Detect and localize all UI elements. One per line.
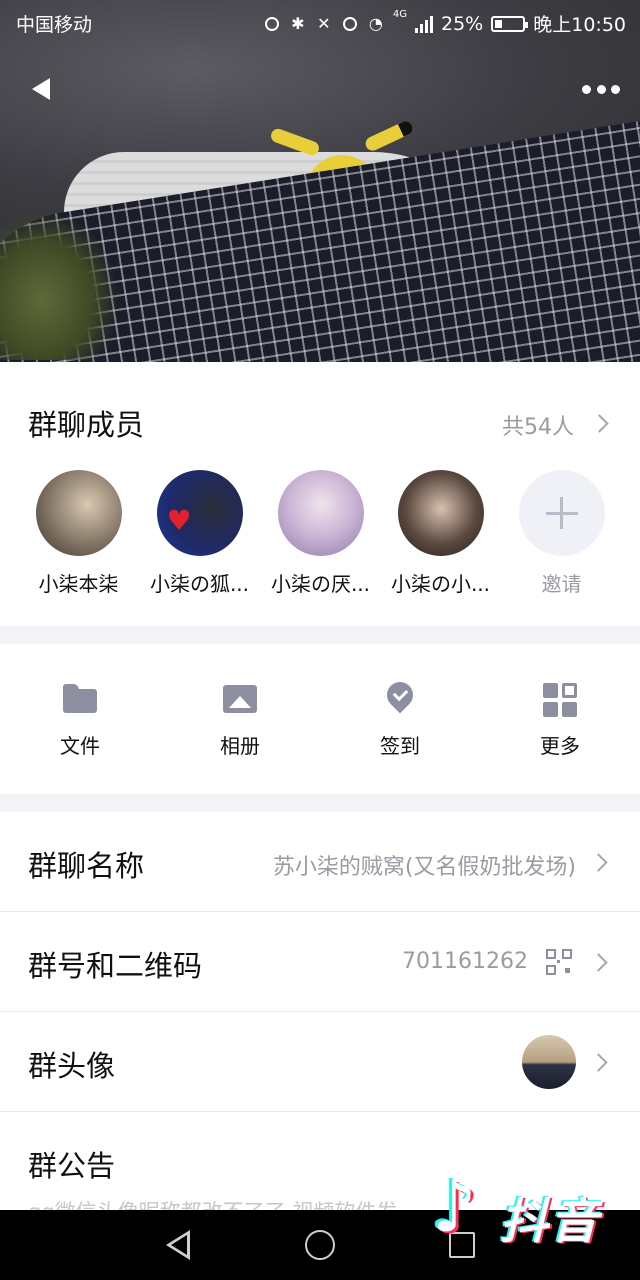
tool-label: 相册	[220, 734, 260, 758]
member-name: 小柒の小...	[390, 572, 491, 596]
headset-icon	[263, 15, 281, 33]
qr-code-icon	[546, 949, 572, 975]
chevron-right-icon	[589, 853, 608, 872]
chevron-right-icon	[589, 1053, 608, 1072]
invite-label: 邀请	[541, 572, 582, 596]
more-dots-icon[interactable]	[576, 72, 626, 106]
carrier-name: 中国移动	[16, 14, 93, 36]
plus-icon[interactable]	[518, 470, 605, 556]
douyin-watermark: 抖音	[432, 1172, 622, 1252]
folder-icon	[62, 682, 98, 718]
group-id-label: 群号和二维码	[28, 949, 203, 983]
watermark-text: 抖音	[500, 1194, 601, 1250]
members-title: 群聊成员	[28, 408, 145, 442]
signal-icon	[415, 15, 433, 33]
group-name-value: 苏小柒的贼窝(又名假奶批发场)	[272, 855, 576, 880]
chevron-right-icon[interactable]	[590, 414, 609, 433]
clock: 晚上10:50	[533, 14, 626, 36]
avatar[interactable]	[277, 470, 364, 556]
group-name-label: 群聊名称	[28, 849, 145, 883]
member-count[interactable]: 共54人	[502, 409, 574, 441]
group-avatar-label: 群头像	[28, 1049, 116, 1083]
album-button[interactable]: 相册	[190, 682, 290, 759]
member-name: 小柒本柒	[38, 572, 119, 596]
mute-icon: ✕	[317, 13, 331, 33]
tool-label: 签到	[380, 734, 420, 758]
back-arrow-icon[interactable]	[22, 70, 62, 110]
member-item[interactable]: 小柒の小...	[380, 470, 501, 597]
group-avatar-row[interactable]: 群头像	[0, 1012, 640, 1112]
group-id-row[interactable]: 群号和二维码 701161262	[0, 912, 640, 1012]
avatar	[522, 1035, 576, 1089]
bluetooth-icon: ✱	[291, 13, 305, 33]
nav-home-icon[interactable]	[305, 1230, 335, 1260]
battery-icon	[491, 15, 529, 32]
nav-back-icon[interactable]	[166, 1230, 192, 1260]
files-button[interactable]: 文件	[30, 682, 130, 759]
image-icon	[222, 682, 258, 718]
checkin-icon	[382, 682, 418, 718]
network-type: 4G	[392, 9, 407, 20]
group-settings-list: 群聊名称 苏小柒的贼窝(又名假奶批发场) 群号和二维码 701161262 群头…	[0, 812, 640, 1224]
tool-label: 更多	[540, 734, 580, 758]
heart-icon: ♥	[166, 504, 192, 537]
cover-plant	[0, 210, 120, 360]
tool-label: 文件	[60, 734, 100, 758]
group-notice-label: 群公告	[28, 1149, 116, 1183]
group-tools-section: 文件 相册 签到 更多	[0, 644, 640, 794]
member-item[interactable]: 小柒本柒	[18, 470, 139, 597]
member-name: 小柒の狐...	[149, 572, 250, 596]
member-name: 小柒の厌...	[270, 572, 371, 596]
status-bar: 中国移动 ✱ ✕ ◔ 4G 25% 晚上10:50	[0, 0, 640, 44]
member-item[interactable]: ♥ 小柒の狐...	[139, 470, 260, 597]
group-members-section: 群聊成员 共54人 小柒本柒 ♥ 小柒の狐... 小柒の厌... 小柒の小...…	[0, 362, 640, 626]
avatar[interactable]	[35, 470, 122, 556]
avatar[interactable]: ♥	[156, 470, 243, 556]
wifi-icon: ◔	[368, 13, 383, 33]
more-tools-button[interactable]: 更多	[510, 682, 610, 759]
douyin-logo-icon	[432, 1172, 490, 1248]
group-id-value: 701161262	[402, 949, 528, 974]
member-avatar-list: 小柒本柒 ♥ 小柒の狐... 小柒の厌... 小柒の小... 邀请	[0, 470, 640, 600]
chevron-right-icon	[589, 953, 608, 972]
eye-comfort-icon	[341, 15, 359, 33]
group-name-row[interactable]: 群聊名称 苏小柒的贼窝(又名假奶批发场)	[0, 812, 640, 912]
battery-percent: 25%	[441, 12, 484, 35]
top-navigation	[0, 48, 640, 128]
avatar[interactable]	[397, 470, 484, 556]
invite-member-button[interactable]: 邀请	[501, 470, 622, 597]
checkin-button[interactable]: 签到	[350, 682, 450, 759]
member-item[interactable]: 小柒の厌...	[260, 470, 381, 597]
grid-icon	[542, 682, 578, 718]
